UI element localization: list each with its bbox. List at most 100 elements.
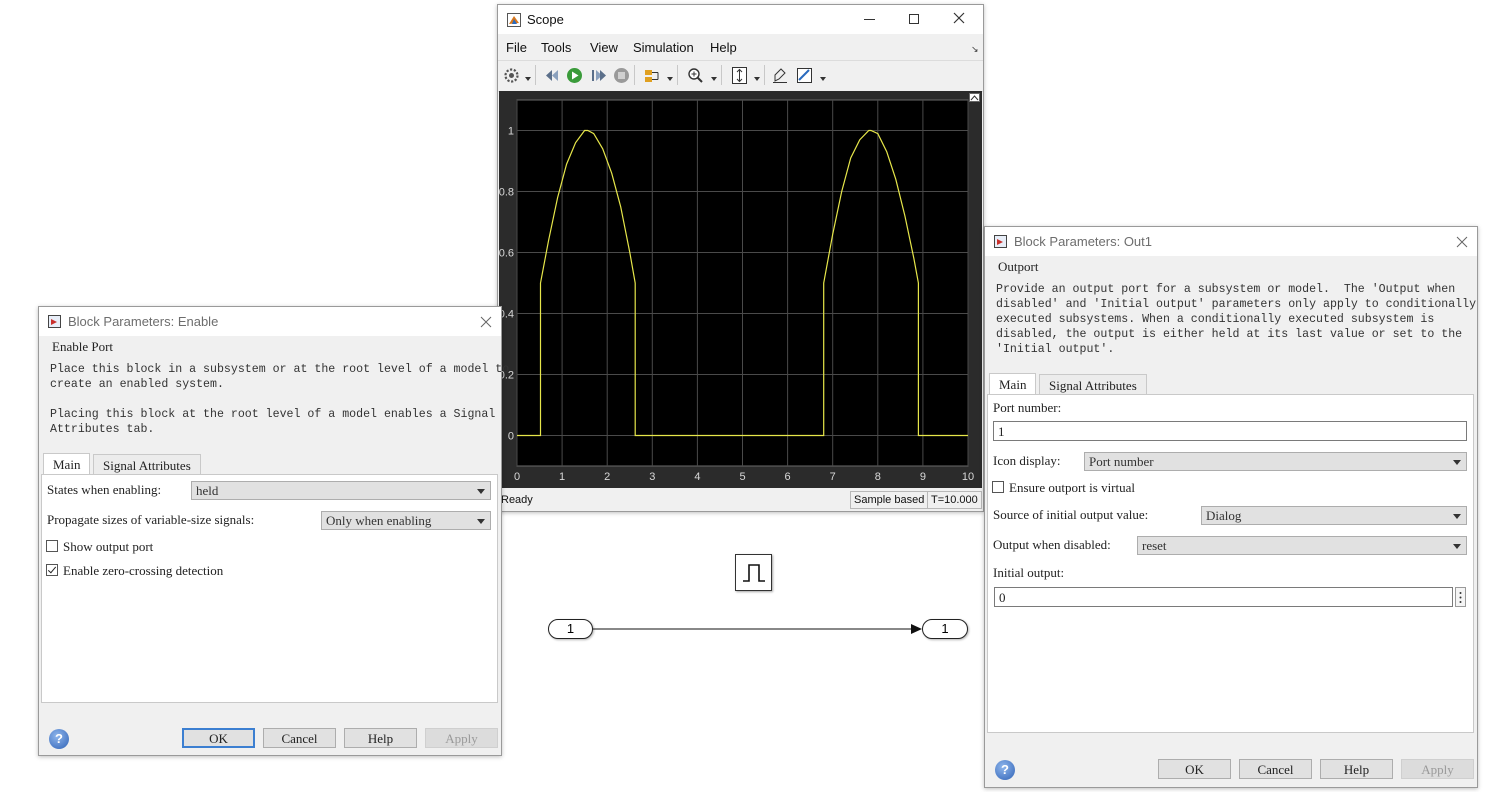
outport-label: 1	[941, 621, 949, 636]
x-tick-label: 7	[830, 471, 836, 483]
help-question-icon[interactable]: ?	[49, 729, 69, 749]
inport-label: 1	[566, 621, 575, 636]
undock-icon[interactable]	[969, 93, 980, 102]
status-ready: Ready	[501, 494, 533, 506]
more-options-button[interactable]	[1455, 587, 1466, 607]
chevron-down-icon	[477, 519, 485, 524]
x-tick-label: 10	[962, 471, 974, 483]
toolbar-separator	[634, 65, 635, 85]
scope-statusbar: Ready Sample based T=10.000	[498, 489, 983, 511]
apply-button[interactable]: Apply	[1401, 759, 1474, 779]
out1-dialog-title: Block Parameters: Out1	[1014, 234, 1152, 249]
help-button[interactable]: Help	[344, 728, 417, 748]
y-tick-label: 0.8	[499, 187, 514, 199]
enable-description-1: Place this block in a subsystem or at th…	[50, 363, 510, 391]
menu-file[interactable]: File	[506, 40, 527, 55]
scope-titlebar[interactable]: Scope	[498, 5, 983, 34]
minimize-icon[interactable]	[864, 19, 875, 20]
apply-button[interactable]: Apply	[425, 728, 498, 748]
propagate-label: Propagate sizes of variable-size signals…	[47, 512, 255, 527]
x-tick-label: 1	[559, 471, 565, 483]
port-number-label: Port number:	[993, 400, 1062, 415]
settings-dropdown-icon[interactable]	[525, 77, 531, 81]
close-icon[interactable]	[952, 11, 966, 30]
tab-signal-attributes[interactable]: Signal Attributes	[1039, 374, 1147, 395]
menu-simulation[interactable]: Simulation	[633, 40, 694, 55]
stop-icon[interactable]	[613, 67, 630, 89]
outport-description: Provide an output port for a subsystem o…	[996, 283, 1477, 356]
out1-main-panel: Port number: 1 Icon display: Port number…	[987, 394, 1474, 733]
run-icon[interactable]	[566, 67, 583, 89]
source-value: Dialog	[1206, 508, 1242, 523]
help-button[interactable]: Help	[1320, 759, 1393, 779]
enable-block[interactable]	[735, 554, 772, 591]
tab-main[interactable]: Main	[43, 453, 91, 475]
x-tick-label: 3	[649, 471, 655, 483]
enable-titlebar[interactable]: Block Parameters: Enable	[39, 307, 501, 336]
highlight-block-icon[interactable]	[772, 67, 789, 89]
x-tick-label: 0	[514, 471, 520, 483]
show-output-port-checkbox[interactable]	[46, 540, 58, 552]
toolbar-separator	[721, 65, 722, 85]
scope-plot[interactable]: 0 1 2 3 4 5 6 7 8 9 1000.20.40.60.81	[499, 91, 982, 488]
autoscale-dropdown-icon[interactable]	[754, 77, 760, 81]
initial-output-field[interactable]: 0	[994, 587, 1453, 607]
measurements-dropdown-icon[interactable]	[820, 77, 826, 81]
autoscale-icon[interactable]	[731, 66, 748, 90]
signal-dropdown-icon[interactable]	[667, 77, 673, 81]
tab-main[interactable]: Main	[989, 373, 1037, 395]
y-tick-label: 0.6	[499, 248, 514, 260]
out1-dialog: Block Parameters: Out1 Outport Provide a…	[984, 226, 1478, 788]
settings-gear-icon[interactable]	[503, 67, 520, 89]
step-forward-icon[interactable]	[590, 67, 607, 89]
propagate-select[interactable]: Only when enabling	[321, 511, 491, 530]
outport-block[interactable]: 1	[922, 619, 968, 639]
virtual-label: Ensure outport is virtual	[1009, 480, 1136, 495]
toolbar-separator	[677, 65, 678, 85]
tab-signal-attributes[interactable]: Signal Attributes	[93, 454, 201, 475]
scope-title: Scope	[527, 12, 564, 27]
cancel-button[interactable]: Cancel	[263, 728, 336, 748]
menu-view[interactable]: View	[590, 40, 618, 55]
menu-overflow-icon[interactable]: ↘	[971, 44, 979, 55]
scope-toolbar	[498, 60, 983, 92]
close-icon[interactable]	[480, 315, 492, 333]
measurements-icon[interactable]	[796, 67, 813, 89]
out1-titlebar[interactable]: Block Parameters: Out1	[985, 227, 1477, 256]
enable-dialog: Block Parameters: Enable Enable Port Pla…	[38, 306, 509, 756]
toolbar-separator	[535, 65, 536, 85]
ok-button[interactable]: OK	[182, 728, 255, 748]
menu-tools[interactable]: Tools	[541, 40, 571, 55]
menu-help[interactable]: Help	[710, 40, 737, 55]
states-select[interactable]: held	[191, 481, 491, 500]
step-back-icon[interactable]	[543, 67, 560, 89]
maximize-icon[interactable]	[909, 14, 919, 24]
inport-block[interactable]: 1	[548, 619, 593, 639]
x-tick-label: 4	[694, 471, 700, 483]
ok-button[interactable]: OK	[1158, 759, 1231, 779]
propagate-value: Only when enabling	[326, 513, 432, 528]
cancel-button[interactable]: Cancel	[1239, 759, 1312, 779]
icon-display-select[interactable]: Port number	[1084, 452, 1467, 471]
icon-display-value: Port number	[1089, 454, 1154, 469]
block-params-icon	[48, 315, 61, 328]
states-value: held	[196, 483, 219, 498]
status-time: T=10.000	[927, 491, 982, 509]
close-icon[interactable]	[1456, 235, 1468, 253]
vertical-ellipsis-icon	[1459, 591, 1462, 609]
zoom-dropdown-icon[interactable]	[711, 77, 717, 81]
enable-description-2: Placing this block at the root level of …	[50, 408, 496, 436]
zero-crossing-checkbox[interactable]	[46, 564, 58, 576]
disabled-select[interactable]: reset	[1137, 536, 1467, 555]
chevron-down-icon	[1453, 544, 1461, 549]
signal-selector-icon[interactable]	[644, 67, 662, 89]
help-question-icon[interactable]: ?	[995, 760, 1015, 780]
source-select[interactable]: Dialog	[1201, 506, 1467, 525]
virtual-checkbox[interactable]	[992, 481, 1004, 493]
port-number-field[interactable]: 1	[993, 421, 1467, 441]
states-label: States when enabling:	[47, 482, 162, 497]
zoom-in-icon[interactable]	[687, 67, 704, 89]
chevron-down-icon	[1453, 460, 1461, 465]
toolbar-separator	[764, 65, 765, 85]
x-tick-label: 6	[785, 471, 791, 483]
